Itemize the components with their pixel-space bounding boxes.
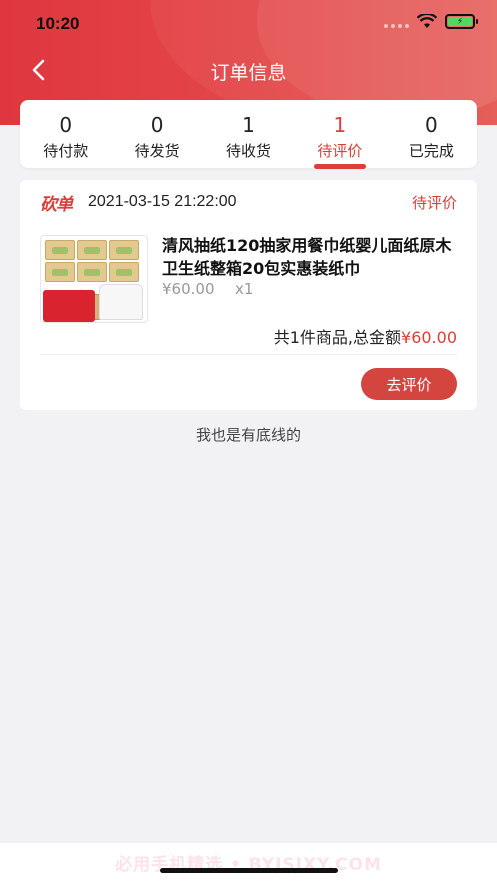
active-tab-indicator [313, 164, 366, 169]
product-image[interactable] [40, 235, 148, 323]
product-name[interactable]: 清风抽纸120抽家用餐巾纸婴儿面纸原木卫生纸整箱20包实惠装纸巾 [162, 234, 462, 280]
order-datetime: 2021-03-15 21:22:00 [88, 193, 237, 210]
tab-label: 待收货 [226, 142, 272, 160]
tab-pending-review[interactable]: 1 待评价 [294, 100, 385, 169]
tab-count: 0 [150, 113, 164, 137]
divider [40, 354, 457, 355]
tab-count: 1 [242, 113, 255, 137]
signal-icon [384, 16, 409, 28]
total-amount: ¥60.00 [401, 328, 457, 347]
product-price: ¥60.00 [162, 280, 215, 298]
tab-label: 待发货 [134, 142, 180, 160]
tab-pending-payment[interactable]: 0 待付款 [20, 100, 111, 168]
end-of-list-text: 我也是有底线的 [195, 426, 301, 444]
status-time: 10:20 [36, 14, 80, 33]
order-card[interactable]: 砍单 2021-03-15 21:22:00 待评价 清风抽纸120抽家用餐巾纸… [20, 180, 477, 410]
tab-count: 0 [59, 113, 73, 137]
product-quantity: x1 [235, 280, 254, 298]
battery-icon: ⚡ [445, 14, 478, 29]
write-review-button[interactable]: 去评价 [361, 368, 457, 400]
order-status-tabs: 0 待付款 0 待发货 1 待收货 1 待评价 0 已完成 [20, 100, 477, 169]
shop-logo: 砍单 [40, 194, 73, 215]
order-header: 砍单 2021-03-15 21:22:00 待评价 [40, 190, 457, 215]
tab-completed[interactable]: 0 已完成 [386, 100, 477, 168]
wifi-icon [417, 14, 437, 28]
tab-label: 待付款 [43, 142, 89, 160]
summary-text: 共1件商品,总金额 [273, 328, 402, 347]
status-icons: ⚡ [384, 14, 478, 29]
page-title: 订单信息 [210, 62, 287, 84]
tab-count: 1 [333, 113, 347, 137]
order-status-label: 待评价 [411, 193, 457, 212]
home-indicator[interactable] [160, 868, 338, 873]
order-summary: 共1件商品,总金额¥60.00 [274, 324, 457, 348]
tab-count: 0 [424, 113, 438, 137]
tab-label: 待评价 [317, 142, 363, 160]
tab-pending-shipment[interactable]: 0 待发货 [111, 100, 202, 168]
tab-pending-receipt[interactable]: 1 待收货 [203, 100, 294, 168]
tab-label: 已完成 [408, 142, 454, 160]
